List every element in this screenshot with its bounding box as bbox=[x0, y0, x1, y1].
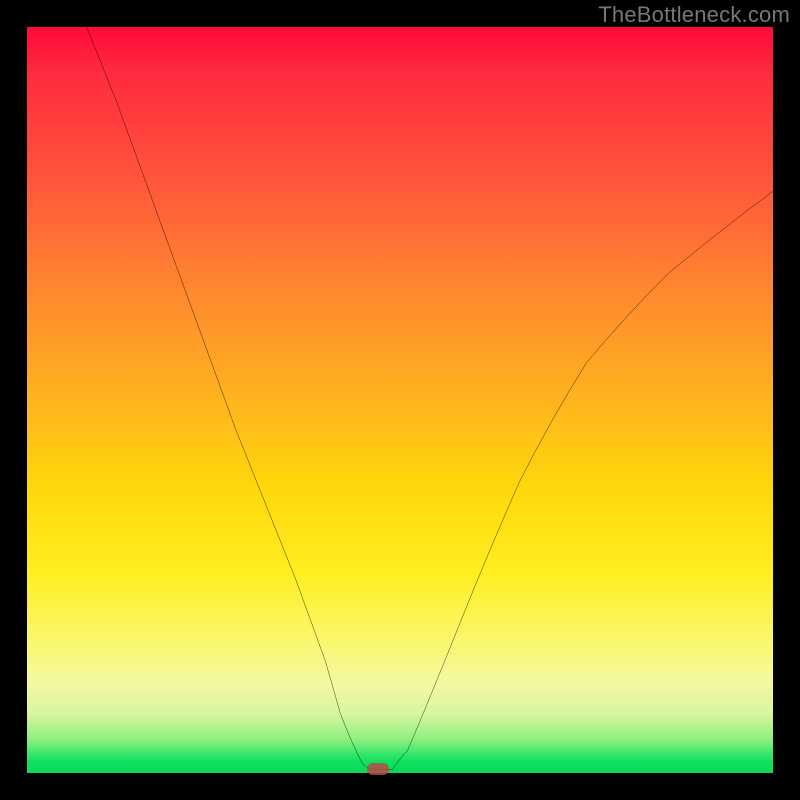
minimum-marker bbox=[367, 763, 389, 775]
curve-left-arm bbox=[87, 27, 370, 769]
chart-frame: TheBottleneck.com bbox=[0, 0, 800, 800]
curve-right-arm bbox=[393, 191, 773, 769]
plot-area bbox=[27, 27, 773, 773]
watermark-text: TheBottleneck.com bbox=[598, 2, 790, 28]
bottleneck-curve bbox=[27, 27, 773, 773]
